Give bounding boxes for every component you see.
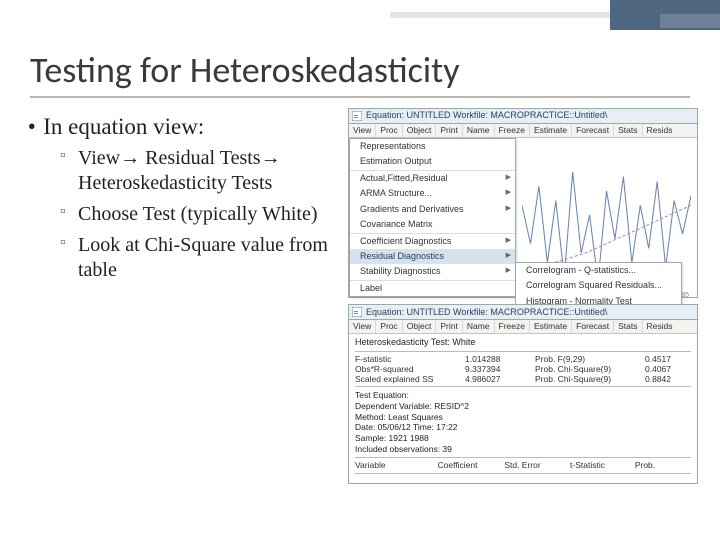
decorative-top-bars xyxy=(390,0,720,30)
toolbar-estimate[interactable]: Estimate xyxy=(530,320,572,333)
stat-pval: 0.8842 xyxy=(645,375,685,384)
stat-label: Scaled explained SS xyxy=(355,375,465,384)
slide-title: Testing for Heteroskedasticity xyxy=(30,48,720,92)
menu-item-residual-diagnostics[interactable]: Residual Diagnostics xyxy=(350,249,515,264)
toolbar-resids[interactable]: Resids xyxy=(643,320,677,333)
window1-titlebar: = Equation: UNTITLED Workfile: MACROPRAC… xyxy=(349,109,697,124)
slide: Testing for Heteroskedasticity • In equa… xyxy=(0,0,720,540)
toolbar-forecast[interactable]: Forecast xyxy=(572,320,614,333)
toolbar-estimate[interactable]: Estimate xyxy=(530,124,572,137)
info-line: Test Equation: xyxy=(355,390,691,401)
menu-item-gradients-and-derivatives[interactable]: Gradients and Derivatives xyxy=(350,202,515,217)
toolbar-view[interactable]: View xyxy=(349,124,376,137)
bullet-column: • In equation view: View→ Residual Tests… xyxy=(30,108,340,490)
window2-toolbar: ViewProcObjectPrintNameFreezeEstimateFor… xyxy=(349,320,697,334)
lead-text: In equation view: xyxy=(43,114,204,139)
step-2: Choose Test (typically White) xyxy=(60,202,340,227)
title-rule xyxy=(30,96,690,98)
stat-val: 1.014288 xyxy=(465,355,535,364)
menu-item-representations[interactable]: Representations xyxy=(350,139,515,154)
toolbar-name[interactable]: Name xyxy=(463,320,495,333)
hdr-coef: Coefficient xyxy=(425,461,490,470)
toolbar-object[interactable]: Object xyxy=(403,124,437,137)
stat-pval: 0.4067 xyxy=(645,365,685,374)
toolbar-proc[interactable]: Proc xyxy=(376,320,402,333)
stat-plabel: Prob. Chi-Square(9) xyxy=(535,365,645,374)
hdr-tstat: t-Statistic xyxy=(555,461,620,470)
svg-text:=: = xyxy=(354,112,359,121)
coef-header-row: Variable Coefficient Std. Error t-Statis… xyxy=(355,461,691,470)
info-line: Dependent Variable: RESID^2 xyxy=(355,401,691,412)
stat-label: F-statistic xyxy=(355,355,465,364)
stat-plabel: Prob. Chi-Square(9) xyxy=(535,375,645,384)
hdr-stderr: Std. Error xyxy=(490,461,555,470)
screenshot-column: = Equation: UNTITLED Workfile: MACROPRAC… xyxy=(348,108,698,490)
info-line: Date: 05/06/12 Time: 17:22 xyxy=(355,422,691,433)
window2-title: Equation: UNTITLED Workfile: MACROPRACTI… xyxy=(366,308,607,317)
stat-val: 9.337394 xyxy=(465,365,535,374)
toolbar-name[interactable]: Name xyxy=(463,124,495,137)
hdr-variable: Variable xyxy=(355,461,425,470)
stat-pval: 0.4517 xyxy=(645,355,685,364)
stat-plabel: Prob. F(9,29) xyxy=(535,355,645,364)
toolbar-print[interactable]: Print xyxy=(436,124,462,137)
window2-titlebar: = Equation: UNTITLED Workfile: MACROPRAC… xyxy=(349,305,697,320)
info-line: Included observations: 39 xyxy=(355,444,691,455)
hdr-prob: Prob. xyxy=(620,461,670,470)
toolbar-print[interactable]: Print xyxy=(436,320,462,333)
toolbar-resids[interactable]: Resids xyxy=(643,124,677,137)
menu-item-covariance-matrix[interactable]: Covariance Matrix xyxy=(350,217,515,232)
toolbar-view[interactable]: View xyxy=(349,320,376,333)
toolbar-stats[interactable]: Stats xyxy=(614,320,642,333)
window1-title: Equation: UNTITLED Workfile: MACROPRACTI… xyxy=(366,111,607,120)
lead-bullet: • In equation view: xyxy=(26,114,340,140)
stats-grid: F-statistic1.014288Prob. F(9,29)0.4517 Ob… xyxy=(355,355,691,384)
stat-label: Obs*R-squared xyxy=(355,365,465,374)
menu-item-coefficient-diagnostics[interactable]: Coefficient Diagnostics xyxy=(350,233,515,249)
submenu-item-correlogram-q-statistics[interactable]: Correlogram - Q-statistics... xyxy=(516,263,681,278)
residual-plot-area: 1984 1985 Correlogram - Q-statistics...C… xyxy=(516,138,697,297)
view-dropdown[interactable]: RepresentationsEstimation OutputActual,F… xyxy=(349,138,516,297)
menu-item-estimation-output[interactable]: Estimation Output xyxy=(350,154,515,169)
equation-icon: = xyxy=(352,111,362,121)
submenu-item-correlogram-squared-residuals[interactable]: Correlogram Squared Residuals... xyxy=(516,278,681,293)
test-equation-info: Test Equation:Dependent Variable: RESID^… xyxy=(355,390,691,454)
menu-item-actual-fitted-residual[interactable]: Actual,Fitted,Residual xyxy=(350,170,515,186)
eviews-window-menu: = Equation: UNTITLED Workfile: MACROPRAC… xyxy=(348,108,698,298)
window1-toolbar: ViewProcObjectPrintNameFreezeEstimateFor… xyxy=(349,124,697,138)
toolbar-proc[interactable]: Proc xyxy=(376,124,402,137)
menu-item-stability-diagnostics[interactable]: Stability Diagnostics xyxy=(350,264,515,279)
toolbar-object[interactable]: Object xyxy=(403,320,437,333)
toolbar-freeze[interactable]: Freeze xyxy=(495,320,530,333)
step-1: View→ Residual Tests→ Heteroskedasticity… xyxy=(60,146,340,196)
toolbar-forecast[interactable]: Forecast xyxy=(572,124,614,137)
stat-val: 4.986027 xyxy=(465,375,535,384)
menu-item-arma-structure[interactable]: ARMA Structure... xyxy=(350,186,515,201)
eviews-window-results: = Equation: UNTITLED Workfile: MACROPRAC… xyxy=(348,304,698,484)
menu-item-label[interactable]: Label xyxy=(350,280,515,296)
svg-text:=: = xyxy=(354,308,359,317)
toolbar-stats[interactable]: Stats xyxy=(614,124,642,137)
step-3: Look at Chi-Square value from table xyxy=(60,233,340,283)
equation-icon: = xyxy=(352,307,362,317)
test-title: Heteroskedasticity Test: White xyxy=(355,338,691,347)
toolbar-freeze[interactable]: Freeze xyxy=(495,124,530,137)
info-line: Sample: 1921 1988 xyxy=(355,433,691,444)
info-line: Method: Least Squares xyxy=(355,412,691,423)
